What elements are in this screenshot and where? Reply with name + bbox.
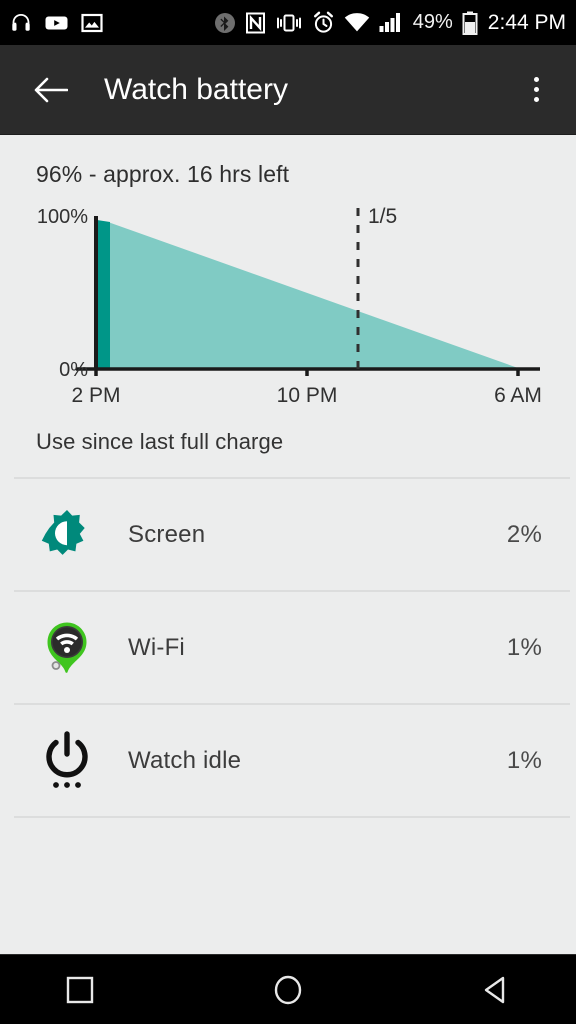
back-arrow-icon[interactable]	[28, 67, 74, 113]
youtube-icon	[44, 11, 69, 35]
battery-summary: 96% - approx. 16 hrs left	[36, 161, 290, 187]
wifi-icon	[344, 12, 370, 33]
home-circle-icon[interactable]	[259, 961, 317, 1019]
chart-date-marker-label: 1/5	[368, 205, 397, 228]
battery-chart-svg: 100% 0% 2 PM 10 PM 6 AM 1/5	[37, 205, 542, 407]
status-bar: 49% 2:44 PM	[0, 0, 576, 45]
chart-ytick-bottom: 0%	[59, 359, 88, 381]
power-idle-icon	[40, 730, 94, 791]
signal-icon	[379, 12, 403, 33]
battery-icon	[462, 11, 478, 35]
phone-screen: 49% 2:44 PM Watch battery 96% - approx. …	[0, 0, 576, 1024]
nfc-icon	[245, 12, 266, 34]
battery-content: 96% - approx. 16 hrs left 100% 0% 2 PM 1…	[0, 135, 576, 954]
status-clock: 2:44 PM	[487, 10, 566, 34]
photo-icon	[80, 11, 104, 35]
table-row[interactable]: Wi-Fi 1%	[0, 592, 576, 703]
page-title: Watch battery	[104, 72, 288, 106]
overflow-menu-icon[interactable]	[514, 66, 558, 114]
brightness-icon	[40, 505, 94, 565]
chart-xtick-1: 2 PM	[71, 384, 120, 407]
battery-chart: 100% 0% 2 PM 10 PM 6 AM 1/5	[0, 196, 576, 411]
table-row-value: 2%	[506, 520, 542, 548]
divider	[14, 816, 570, 818]
table-row-label: Wi-Fi	[128, 633, 185, 661]
headphones-icon	[9, 11, 33, 35]
table-row-label: Screen	[128, 520, 206, 548]
chart-ytick-top: 100%	[37, 206, 88, 228]
vibrate-icon	[275, 12, 303, 34]
table-row-value: 1%	[506, 633, 542, 661]
status-battery-percent: 49%	[412, 11, 453, 33]
table-row-label: Watch idle	[128, 746, 242, 774]
section-label-use-since-charge: Use since last full charge	[36, 429, 284, 454]
table-row[interactable]: Screen 2%	[0, 479, 576, 590]
alarm-icon	[312, 11, 335, 34]
wifi-badge-icon	[40, 618, 94, 678]
chart-history-area	[97, 220, 110, 368]
chart-projection-area	[96, 222, 518, 368]
bluetooth-icon	[214, 12, 236, 34]
chart-xtick-3: 6 AM	[494, 384, 542, 407]
back-triangle-icon[interactable]	[467, 961, 525, 1019]
status-bar-right-icons: 49% 2:44 PM	[214, 11, 566, 35]
chart-xtick-2: 10 PM	[277, 384, 338, 407]
navigation-bar	[0, 954, 576, 1024]
usage-list: Screen 2% Wi-Fi 1% Watch idle 1%	[0, 477, 576, 818]
table-row-value: 1%	[506, 746, 542, 774]
status-bar-left-icons	[9, 11, 104, 35]
recents-square-icon[interactable]	[51, 961, 109, 1019]
app-bar: Watch battery	[0, 45, 576, 135]
table-row[interactable]: Watch idle 1%	[0, 705, 576, 816]
